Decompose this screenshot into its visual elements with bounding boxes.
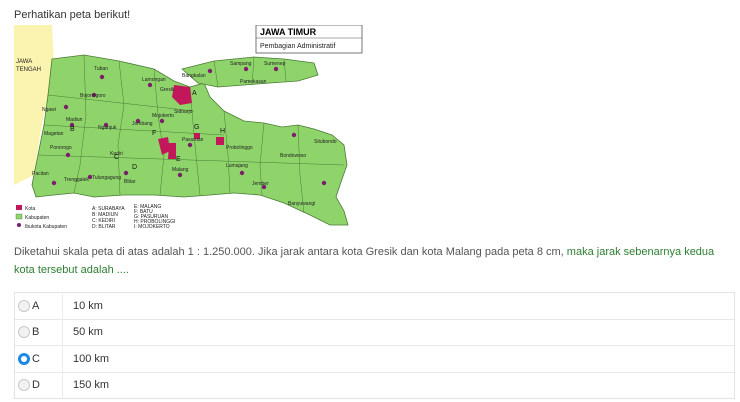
option-d[interactable]: D 150 km [15,372,734,398]
label-trenggalek: Trenggalek [64,177,89,183]
svg-text:TENGAH: TENGAH [16,67,41,73]
label-tuban: Tuban [94,66,108,72]
label-tulungagung: Tulungagung [92,175,121,181]
instruction-text: Perhatikan peta berikut! [14,9,131,21]
option-value: 50 km [73,326,103,339]
option-value: 150 km [73,379,110,392]
option-letter: D [32,379,40,392]
option-a[interactable]: A 10 km [15,293,734,320]
map-subtitle: Pembagian Administratif [260,43,336,50]
label-sampang: Sampang [230,61,252,67]
svg-text:JAWA: JAWA [16,59,32,65]
label-gresik: Gresik [160,87,175,93]
marker-b: B [70,126,75,133]
label-lamongan: Lamongan [142,77,166,83]
answer-options: A 10 km B 50 km C 100 km D 150 km [14,292,735,399]
marker-a: A [192,90,197,97]
label-nganjuk: Nganjuk [98,125,117,131]
label-sumenep: Sumenep [264,61,286,67]
kota-malang [168,143,176,159]
option-divider [62,293,63,319]
legend-ibukota: Ibukota Kabupaten [25,224,67,230]
option-c[interactable]: C 100 km [15,346,734,373]
kota-probolinggo [216,137,224,145]
marker-e: E [176,156,181,163]
option-value: 10 km [73,299,103,312]
legend-kabupaten: Kabupaten [25,215,49,221]
label-banyuwangi: Banyuwangi [288,201,315,207]
map-svg: Tuban Lamongan Gresik Bojonegoro Ngawi M… [14,25,363,230]
label-pamekasan: Pamekasan [240,79,267,85]
legend-kota-swatch [16,205,22,210]
marker-f: F [152,130,156,137]
label-jombang: Jombang [132,121,153,127]
label-ngawi: Ngawi [42,107,56,113]
question-text: Diketahui skala peta di atas adalah 1 : … [14,243,726,279]
radio-b[interactable] [18,326,30,339]
marker-h: H [220,128,225,135]
radio-c[interactable] [18,352,30,365]
label-mojokerto: Mojokerto [152,113,174,119]
legend-city-i: I: MOJOKERTO [134,224,170,230]
map-legend: Kota Kabupaten Ibukota Kabupaten A: SURA… [15,204,175,230]
option-b[interactable]: B 50 km [15,319,734,346]
marker-d: D [132,164,137,171]
label-madiun: Madiun [66,117,83,123]
label-magetan: Magetan [44,131,64,137]
marker-g: G [194,124,199,131]
label-pasuruan: Pasuruan [182,137,204,143]
label-bangkalan: Bangkalan [182,73,206,79]
radio-a[interactable] [18,299,30,312]
label-blitar: Blitar [124,179,136,185]
option-divider [62,319,63,345]
label-lumajang: Lumajang [226,163,248,169]
marker-c: C [114,154,119,161]
label-bondowoso: Bondowoso [280,153,306,159]
label-bojonegoro: Bojonegoro [80,93,106,99]
label-malang: Malang [172,167,189,173]
option-letter: B [32,326,40,339]
legend-ibukota-dot [17,223,21,227]
label-sidoarjo: Sidoarjo [174,109,193,115]
label-ponorogo: Ponorogo [50,145,72,151]
radio-d[interactable] [18,379,30,392]
label-situbondo: Situbondo [314,139,337,145]
label-jember: Jember [252,181,269,187]
legend-kota: Kota [25,206,36,212]
question-part1: Diketahui skala peta di atas adalah 1 : … [14,246,567,258]
option-divider [62,346,63,372]
label-probolinggo: Probolinggo [226,145,253,151]
legend-city-d: D: BLITAR [92,224,116,230]
option-letter: C [32,352,40,365]
map-title: JAWA TIMUR [260,27,317,37]
label-pacitan: Pacitan [32,171,49,177]
option-divider [62,372,63,398]
option-value: 100 km [73,352,110,365]
legend-kabupaten-swatch [15,213,23,220]
east-java-map: Tuban Lamongan Gresik Bojonegoro Ngawi M… [14,25,363,233]
option-letter: A [32,299,40,312]
